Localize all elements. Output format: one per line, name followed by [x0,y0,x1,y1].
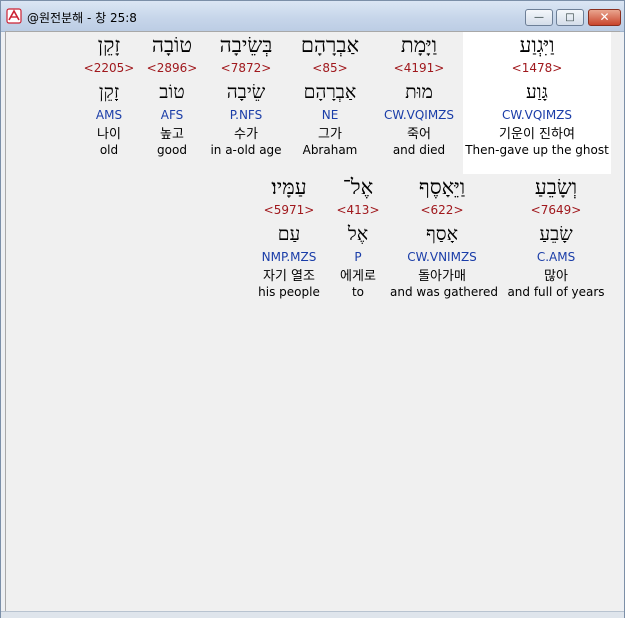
close-icon: ✕ [599,10,610,24]
maximize-icon: □ [565,12,575,23]
word-block[interactable]: זָקֵן <2205> זָקֵן AMS 나이 old [59,32,159,158]
app-window: @원전분해 - 창 25:8 — □ ✕ וַיִּגְוַע <1478> ג… [0,0,625,618]
minimize-button[interactable]: — [525,9,553,26]
strong-number: <622> [420,203,464,217]
hebrew-word: וַיֵּאָסֶף [418,175,466,199]
korean-gloss: 죽어 [407,127,431,142]
korean-gloss: 기운이 진하여 [499,127,575,142]
parse-code: AMS [95,108,123,122]
korean-gloss: 나이 [97,127,121,142]
korean-gloss: 많아 [544,269,568,284]
lemma-word: גָּוַע [526,81,548,103]
word-block[interactable]: וַיִּגְוַע <1478> גָּוַע CW.VQIMZS 기운이 진… [463,32,611,174]
minimize-icon: — [534,12,544,23]
close-button[interactable]: ✕ [588,9,621,26]
lemma-word: אָסַף [425,223,459,245]
strong-number: <7649> [530,203,582,217]
lemma-word: זָקֵן [98,81,120,103]
hebrew-word: וְשָׂבֵעַ [534,175,578,199]
strong-number: <5971> [263,203,315,217]
parse-code: CW.VNIMZS [407,250,477,264]
english-gloss: Then-gave up the ghost [465,143,609,157]
korean-gloss: 자기 열조 [263,269,315,284]
word-block[interactable]: עַמָּיו׃ <5971> עַם NMP.MZS 자기 열조 his pe… [239,174,339,300]
parse-code: C.AMS [536,250,576,264]
maximize-button[interactable]: □ [556,9,584,26]
parse-code: CW.VQIMZS [383,108,455,122]
english-gloss: and died [392,143,446,157]
parse-code: NMP.MZS [261,250,317,264]
window-title: @원전분해 - 창 25:8 [27,11,137,25]
hebrew-word: זָקֵן [97,33,121,57]
app-logo-icon [6,8,22,24]
hebrew-word: וַיִּגְוַע [519,33,555,57]
strong-number: <1478> [511,61,563,75]
word-block[interactable]: וְשָׂבֵעַ <7649> שָׂבֵעַ C.AMS 많아 and fu… [504,174,608,300]
strong-number: <2205> [83,61,135,75]
lemma-word: עַם [277,223,301,245]
english-gloss: and was gathered [390,285,498,299]
interlinear-panel: וַיִּגְוַע <1478> גָּוַע CW.VQIMZS 기운이 진… [5,31,620,611]
title-bar[interactable]: @원전분해 - 창 25:8 — □ ✕ [1,1,624,32]
korean-gloss: 돌아가매 [418,269,466,284]
word-block[interactable]: וַיֵּאָסֶף <622> אָסַף CW.VNIMZS 돌아가매 an… [390,174,498,300]
hebrew-word: עַמָּיו׃ [271,175,307,199]
lemma-word: מוּת [405,81,433,103]
english-gloss: and full of years [507,285,605,299]
english-gloss: old [99,143,119,157]
parse-code: CW.VQIMZS [501,108,573,122]
lemma-word: שָׂבֵעַ [539,223,573,245]
word-block[interactable]: וַיָּמָת <4191> מוּת CW.VQIMZS 죽어 and di… [367,32,471,158]
strong-number: <4191> [393,61,445,75]
english-gloss: his people [258,285,320,299]
window-bottom-border [1,611,624,618]
hebrew-word: וַיָּמָת [400,33,438,57]
